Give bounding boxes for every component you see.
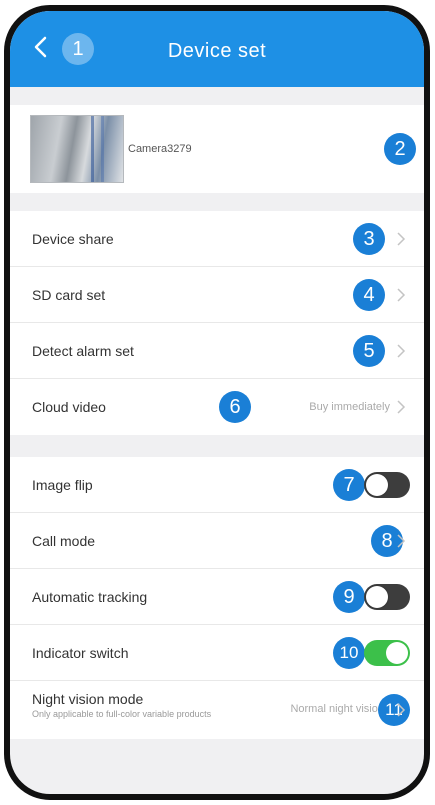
image-flip-label: Image flip [32, 476, 93, 493]
device-name: Camera3279 [128, 143, 192, 155]
call-mode-row[interactable]: Call mode 8 [10, 513, 424, 569]
indicator-switch-label: Indicator switch [32, 644, 129, 661]
device-share-label: Device share [32, 230, 114, 247]
night-vision-row[interactable]: Night vision mode Only applicable to ful… [10, 681, 424, 739]
call-mode-label: Call mode [32, 532, 96, 549]
automatic-tracking-label: Automatic tracking [32, 588, 148, 605]
chevron-right-icon [397, 231, 406, 246]
screen: 1 Device set Camera3279 2 Device share 3… [10, 11, 424, 794]
device-info-row[interactable]: Camera3279 2 [10, 105, 424, 193]
chevron-right-icon [397, 703, 406, 717]
night-vision-value: Normal night vision [290, 703, 384, 715]
image-flip-row: Image flip 7 [10, 457, 424, 513]
night-vision-subtitle: Only applicable to full-color variable p… [32, 709, 212, 719]
callout-badge-9: 9 [333, 581, 365, 613]
page-title: Device set [167, 40, 267, 62]
cloud-video-row[interactable]: Cloud video 6 Buy immediately [10, 379, 424, 435]
device-thumbnail [30, 115, 124, 183]
image-flip-toggle[interactable] [364, 471, 410, 498]
automatic-tracking-row: Automatic tracking 9 [10, 569, 424, 625]
callout-badge-10: 10 [333, 637, 365, 669]
device-share-row[interactable]: Device share 3 [10, 211, 424, 267]
callout-badge-7: 7 [333, 469, 365, 501]
detect-alarm-set-row[interactable]: Detect alarm set 5 [10, 323, 424, 379]
chevron-right-icon [397, 533, 406, 548]
automatic-tracking-toggle[interactable] [364, 583, 410, 610]
cloud-video-value: Buy immediately [309, 401, 390, 413]
header-bar: 1 Device set [10, 11, 424, 87]
sd-card-set-label: SD card set [32, 286, 106, 303]
chevron-right-icon [397, 343, 406, 358]
callout-badge-2: 2 [384, 133, 416, 165]
cloud-video-label: Cloud video [32, 399, 106, 415]
chevron-right-icon [397, 400, 406, 414]
detect-alarm-set-label: Detect alarm set [32, 342, 134, 359]
night-vision-label: Night vision mode [32, 691, 144, 707]
phone-frame: 1 Device set Camera3279 2 Device share 3… [4, 5, 430, 800]
settings-group-2: Image flip 7 Call mode 8 Automatic track… [10, 457, 424, 739]
callout-badge-5: 5 [353, 335, 385, 367]
settings-group-1: Device share 3 SD card set 4 Detect alar… [10, 211, 424, 435]
indicator-switch-toggle[interactable] [364, 639, 410, 666]
sd-card-set-row[interactable]: SD card set 4 [10, 267, 424, 323]
chevron-right-icon [397, 287, 406, 302]
callout-badge-4: 4 [353, 279, 385, 311]
indicator-switch-row: Indicator switch 10 [10, 625, 424, 681]
callout-badge-3: 3 [353, 223, 385, 255]
callout-badge-6: 6 [219, 391, 251, 423]
